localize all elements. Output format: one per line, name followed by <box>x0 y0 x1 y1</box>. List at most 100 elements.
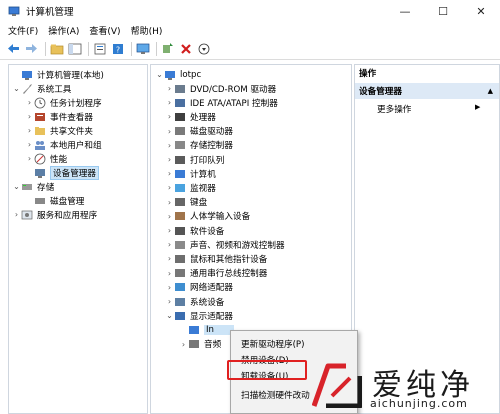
device-icon <box>175 141 185 150</box>
device-icon <box>175 127 185 136</box>
device-category-item[interactable]: ⌄ 显示适配器 <box>165 308 233 323</box>
chevron-right-icon[interactable]: › <box>12 210 21 219</box>
tree-item-event-viewer[interactable]: › 事件查看器 <box>25 109 93 124</box>
chevron-right-icon[interactable]: › <box>25 126 34 135</box>
properties-icon[interactable] <box>92 41 107 56</box>
close-button[interactable]: ✕ <box>462 0 500 22</box>
menu-file[interactable]: 文件(F) <box>8 24 38 37</box>
chevron-right-icon[interactable]: › <box>165 198 174 207</box>
tree-item-computer-management[interactable]: 计算机管理(本地) <box>12 67 104 82</box>
device-category-item[interactable]: › IDE ATA/ATAPI 控制器 <box>165 95 278 110</box>
chevron-right-icon[interactable]: › <box>165 283 174 292</box>
chevron-right-icon[interactable]: › <box>165 141 174 150</box>
title-bar: 计算机管理 — ☐ ✕ <box>0 0 500 22</box>
watermark: 爱纯净 aichunjing.com <box>312 358 500 414</box>
enable-device-icon[interactable] <box>196 41 211 56</box>
device-category-item[interactable]: › 磁盘驱动器 <box>165 124 233 139</box>
chevron-right-icon[interactable]: › <box>25 98 34 107</box>
device-category-item[interactable]: › DVD/CD-ROM 驱动器 <box>165 81 276 96</box>
tree-item-storage[interactable]: ⌄ 存储 <box>12 179 54 194</box>
device-category-item[interactable]: In <box>179 322 234 337</box>
more-actions-link[interactable]: 更多操作 ▶ <box>377 103 480 115</box>
device-category-item[interactable]: › 网络适配器 <box>165 280 233 295</box>
chevron-right-icon[interactable]: › <box>165 297 174 306</box>
menu-item-update-driver[interactable]: 更新驱动程序(P) <box>241 336 304 351</box>
toolbar-separator <box>131 41 132 56</box>
help-icon[interactable]: ? <box>110 41 125 56</box>
device-root-label: lotpc <box>180 69 202 80</box>
device-category-label: 网络适配器 <box>190 283 233 294</box>
chevron-right-icon[interactable]: › <box>165 155 174 164</box>
maximize-button[interactable]: ☐ <box>424 0 462 22</box>
tree-item-system-tools[interactable]: ⌄ 系统工具 <box>12 81 71 96</box>
chevron-right-icon[interactable]: › <box>165 212 174 221</box>
device-category-label: 处理器 <box>190 112 216 123</box>
tree-item-label: 本地用户和组 <box>50 140 102 151</box>
menu-action[interactable]: 操作(A) <box>48 24 79 37</box>
chevron-right-icon[interactable]: › <box>165 240 174 249</box>
tree-item-local-users[interactable]: › 本地用户和组 <box>25 137 102 152</box>
console-tree-icon[interactable] <box>67 41 82 56</box>
chevron-down-icon[interactable]: ⌄ <box>12 84 21 93</box>
tree-item-task-scheduler[interactable]: › 任务计划程序 <box>25 95 102 110</box>
device-category-item[interactable]: › 键盘 <box>165 195 207 210</box>
update-driver-icon[interactable] <box>160 41 175 56</box>
uninstall-icon[interactable] <box>178 41 193 56</box>
tree-item-shared-folders[interactable]: › 共享文件夹 <box>25 123 93 138</box>
device-icon <box>175 112 185 121</box>
forward-icon[interactable] <box>24 41 39 56</box>
tree-item-device-manager[interactable]: 设备管理器 <box>25 165 99 180</box>
device-category-item[interactable]: › 计算机 <box>165 166 216 181</box>
chevron-right-icon[interactable]: › <box>165 98 174 107</box>
tree-item-label: 共享文件夹 <box>50 126 93 137</box>
chevron-right-icon[interactable]: › <box>165 84 174 93</box>
chevron-right-icon[interactable]: › <box>25 140 34 149</box>
device-category-item[interactable]: › 打印队列 <box>165 152 225 167</box>
uninstall-highlight-box <box>227 360 307 380</box>
chevron-right-icon[interactable]: › <box>165 112 174 121</box>
actions-section-device-manager[interactable]: 设备管理器 ▲ <box>355 83 499 99</box>
menu-item-scan-hardware[interactable]: 扫描检测硬件改动 <box>241 387 310 402</box>
chevron-down-icon[interactable]: ⌄ <box>165 311 174 320</box>
device-tree-root[interactable]: ⌄ lotpc <box>155 67 201 82</box>
monitor-icon[interactable] <box>135 41 150 56</box>
chevron-right-icon[interactable]: › <box>25 154 34 163</box>
tree-item-performance[interactable]: › 性能 <box>25 151 67 166</box>
window-title: 计算机管理 <box>26 7 74 18</box>
minimize-button[interactable]: — <box>386 0 424 22</box>
device-category-item[interactable]: › 音频 <box>179 337 221 352</box>
device-category-item[interactable]: › 存储控制器 <box>165 138 233 153</box>
chevron-right-icon[interactable]: › <box>165 169 174 178</box>
tree-item-label: 事件查看器 <box>50 112 93 123</box>
disk-icon <box>35 197 45 204</box>
back-icon[interactable] <box>6 41 21 56</box>
tree-item-disk-management[interactable]: 磁盘管理 <box>25 193 84 208</box>
chevron-right-icon[interactable]: › <box>165 226 174 235</box>
tree-item-label: 系统工具 <box>37 84 72 95</box>
chevron-down-icon[interactable]: ⌄ <box>12 182 21 191</box>
device-category-item[interactable]: › 系统设备 <box>165 294 225 309</box>
device-category-item[interactable]: › 鼠标和其他指针设备 <box>165 251 267 266</box>
device-category-item[interactable]: › 人体学输入设备 <box>165 209 250 224</box>
chevron-down-icon[interactable]: ⌄ <box>155 70 164 79</box>
device-category-item[interactable]: › 软件设备 <box>165 223 225 238</box>
device-category-item[interactable]: › 声音、视频和游戏控制器 <box>165 237 285 252</box>
chevron-right-icon[interactable]: › <box>165 269 174 278</box>
computer-management-icon <box>8 6 20 16</box>
actions-section-label: 设备管理器 <box>359 87 402 97</box>
chevron-right-icon[interactable]: › <box>165 254 174 263</box>
tree-item-label: 性能 <box>50 154 68 165</box>
device-category-item[interactable]: › 通用串行总线控制器 <box>165 266 267 281</box>
chevron-right-icon[interactable]: › <box>25 112 34 121</box>
collapse-triangle-icon[interactable]: ▲ <box>488 87 493 95</box>
menu-help[interactable]: 帮助(H) <box>131 24 163 37</box>
chevron-right-icon[interactable]: › <box>165 183 174 192</box>
chevron-right-icon[interactable]: › <box>179 340 188 349</box>
chevron-right-icon[interactable]: › <box>165 127 174 136</box>
device-category-label: 鼠标和其他指针设备 <box>190 254 268 265</box>
device-category-item[interactable]: › 监视器 <box>165 180 216 195</box>
device-category-item[interactable]: › 处理器 <box>165 109 216 124</box>
menu-view[interactable]: 查看(V) <box>89 24 120 37</box>
up-folder-icon[interactable] <box>49 41 64 56</box>
tree-item-services[interactable]: › 服务和应用程序 <box>12 207 97 222</box>
